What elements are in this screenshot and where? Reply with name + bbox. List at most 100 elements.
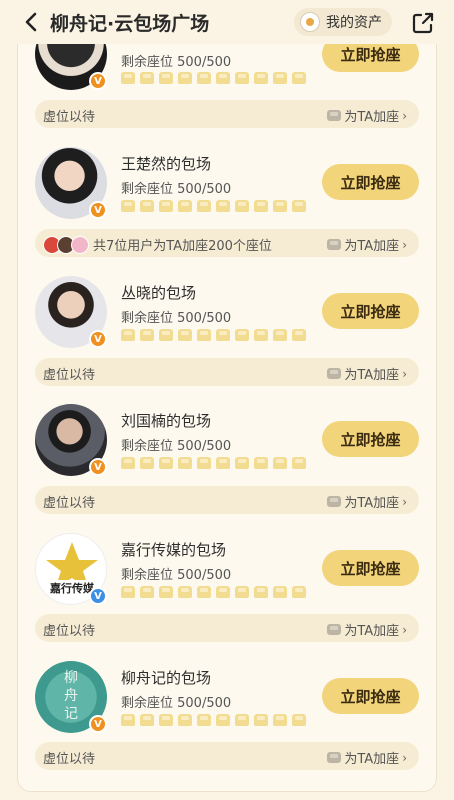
seat-icon: [197, 72, 211, 84]
add-seat-link[interactable]: 为TA加座 ›: [327, 492, 407, 511]
seat-icon: [159, 714, 173, 726]
seat-icons: [121, 586, 306, 598]
room-name: 王楚然的包场: [121, 155, 212, 173]
seat-icon: [121, 329, 135, 341]
chevron-right-icon: ›: [402, 750, 407, 765]
room-name: 嘉行传媒的包场: [121, 541, 227, 559]
seat-icon: [273, 200, 287, 212]
seat-icon: [178, 200, 192, 212]
remaining-seats: 剩余座位 500/500: [121, 311, 232, 326]
support-status: 虚位以待: [43, 368, 96, 383]
seat-icon: [121, 714, 135, 726]
seat-icon: [216, 714, 230, 726]
seat-icon: [178, 586, 192, 598]
chevron-right-icon: ›: [402, 494, 407, 509]
support-bar[interactable]: 虚位以待 为TA加座 ›: [35, 100, 419, 128]
room-name: 刘国楠的包场: [121, 412, 212, 430]
seat-icon: [159, 586, 173, 598]
seat-icon: [292, 72, 306, 84]
verified-badge-icon: V: [89, 715, 107, 733]
add-seat-link[interactable]: 为TA加座 ›: [327, 748, 407, 767]
seat-icon: [235, 457, 249, 469]
seat-icon: [292, 714, 306, 726]
seat-icon: [216, 457, 230, 469]
verified-badge-icon: V: [89, 330, 107, 348]
seat-icon: [159, 200, 173, 212]
seat-icon: [197, 329, 211, 341]
support-status: 虚位以待: [43, 110, 96, 125]
grab-seat-button[interactable]: 立即抢座: [322, 421, 419, 457]
seat-icon: [216, 586, 230, 598]
verified-badge-icon: V: [89, 587, 107, 605]
room-card[interactable]: V 丛晓的包场 剩余座位 500/500 立即抢座 虚位以待 为TA加座 ›: [17, 258, 437, 386]
add-seat-link[interactable]: 为TA加座 ›: [327, 620, 407, 639]
seat-icons: [121, 200, 306, 212]
grab-seat-button[interactable]: 立即抢座: [322, 164, 419, 200]
add-seat-label: 为TA加座: [344, 624, 400, 639]
seat-icon: [254, 457, 268, 469]
top-bar: 柳舟记·云包场广场 我的资产: [0, 0, 454, 44]
seat-icon: [197, 457, 211, 469]
add-seat-link[interactable]: 为TA加座 ›: [327, 106, 407, 125]
seat-icon: [178, 329, 192, 341]
seat-icon: [140, 714, 154, 726]
seat-icon: [235, 714, 249, 726]
my-assets-button[interactable]: 我的资产: [294, 8, 392, 36]
back-arrow-icon[interactable]: [20, 10, 42, 34]
grab-seat-button[interactable]: 立即抢座: [322, 293, 419, 329]
seat-icon: [197, 200, 211, 212]
share-icon[interactable]: [410, 10, 436, 36]
grab-seat-button[interactable]: 立即抢座: [322, 678, 419, 714]
seat-icons: [121, 457, 306, 469]
add-seat-label: 为TA加座: [344, 752, 400, 767]
seat-icon: [197, 714, 211, 726]
support-status: 虚位以待: [43, 624, 96, 639]
sofa-icon: [327, 368, 342, 379]
support-bar[interactable]: 虚位以待 为TA加座 ›: [35, 614, 419, 642]
add-seat-label: 为TA加座: [344, 239, 400, 254]
seat-icon: [197, 586, 211, 598]
seat-icon: [292, 329, 306, 341]
seat-icon: [216, 200, 230, 212]
add-seat-label: 为TA加座: [344, 368, 400, 383]
my-assets-label: 我的资产: [326, 15, 382, 31]
chevron-right-icon: ›: [402, 366, 407, 381]
support-status: 虚位以待: [43, 496, 96, 511]
seat-icon: [254, 200, 268, 212]
seat-icon: [254, 586, 268, 598]
chevron-right-icon: ›: [402, 108, 407, 123]
add-seat-link[interactable]: 为TA加座 ›: [327, 235, 407, 254]
seat-icon: [159, 329, 173, 341]
remaining-seats: 剩余座位 500/500: [121, 696, 232, 711]
chevron-right-icon: ›: [402, 622, 407, 637]
seat-icon: [235, 586, 249, 598]
room-card[interactable]: 柳舟记 V 柳舟记的包场 剩余座位 500/500 立即抢座 虚位以待 为TA加…: [17, 643, 437, 771]
seat-icon: [292, 200, 306, 212]
remaining-seats: 剩余座位 500/500: [121, 439, 232, 454]
remaining-seats: 剩余座位 500/500: [121, 55, 232, 70]
grab-seat-button[interactable]: 立即抢座: [322, 550, 419, 586]
seat-icon: [178, 714, 192, 726]
room-card[interactable]: V 王楚然的包场 剩余座位 500/500 立即抢座 共7位用户为TA加座200…: [17, 129, 437, 257]
room-list[interactable]: V 剩余座位 500/500 立即抢座 虚位以待 为TA加座 › V 王楚然的包…: [17, 0, 437, 800]
room-card[interactable]: V 刘国楠的包场 剩余座位 500/500 立即抢座 虚位以待 为TA加座 ›: [17, 386, 437, 514]
seat-icon: [159, 457, 173, 469]
support-bar[interactable]: 虚位以待 为TA加座 ›: [35, 358, 419, 386]
seat-icon: [254, 329, 268, 341]
room-name: 柳舟记的包场: [121, 669, 212, 687]
support-bar[interactable]: 虚位以待 为TA加座 ›: [35, 486, 419, 514]
sofa-icon: [327, 110, 342, 121]
support-bar[interactable]: 共7位用户为TA加座200个座位 为TA加座 ›: [35, 229, 419, 257]
sofa-icon: [327, 624, 342, 635]
seat-icon: [178, 457, 192, 469]
support-bar[interactable]: 虚位以待 为TA加座 ›: [35, 742, 419, 770]
seat-icon: [254, 72, 268, 84]
room-card[interactable]: 嘉行传媒 V 嘉行传媒的包场 剩余座位 500/500 立即抢座 虚位以待 为T…: [17, 515, 437, 643]
seat-icon: [140, 72, 154, 84]
logo-text: 柳舟记: [64, 670, 78, 722]
add-seat-link[interactable]: 为TA加座 ›: [327, 364, 407, 383]
seat-icon: [273, 714, 287, 726]
room-name: 丛晓的包场: [121, 284, 197, 302]
sofa-icon: [327, 496, 342, 507]
seat-icon: [292, 457, 306, 469]
